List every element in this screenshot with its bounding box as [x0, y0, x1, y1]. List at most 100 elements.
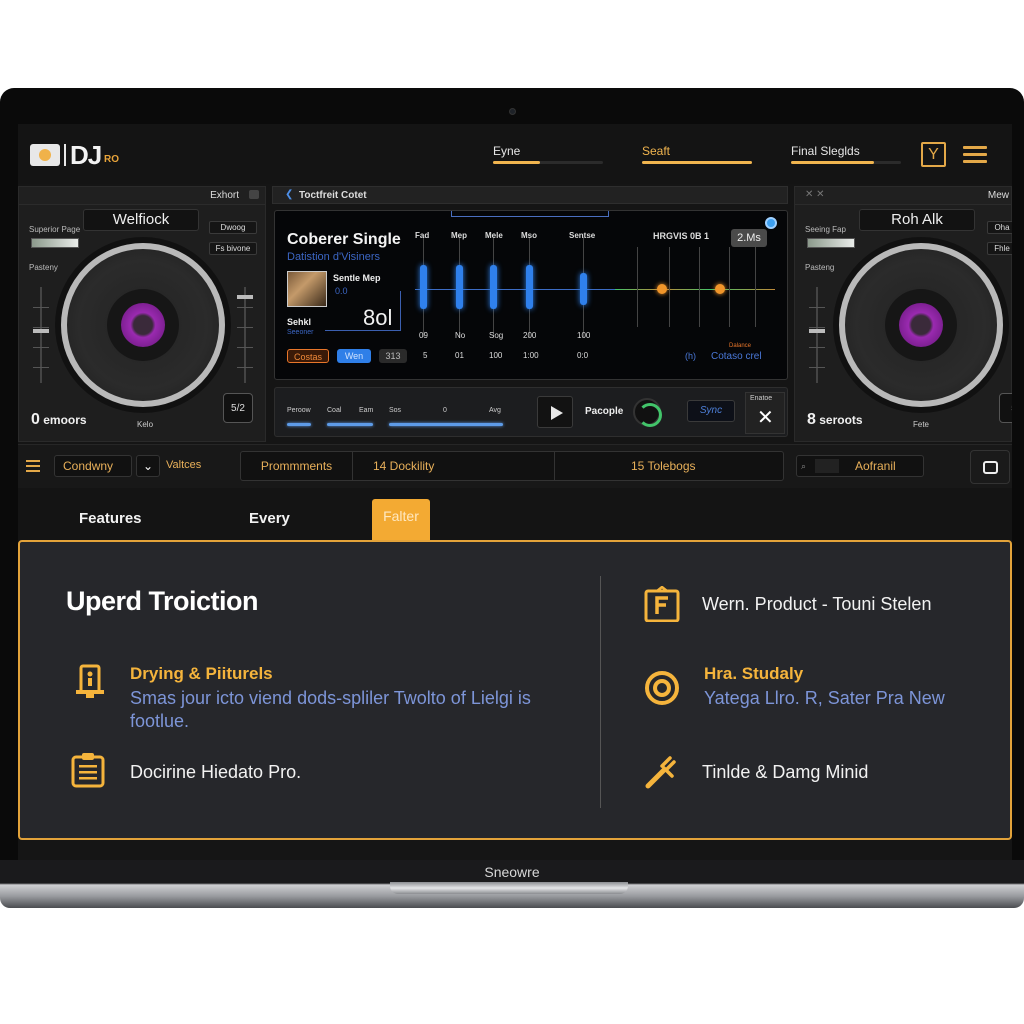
deck-left-pitch-fader[interactable] [33, 287, 49, 383]
slider-label: Coal [327, 407, 342, 414]
play-button[interactable] [537, 396, 573, 428]
section-label: Sehkl [287, 317, 312, 327]
field-tolebogs[interactable]: 15 Tolebogs [555, 452, 785, 480]
progress-label: HRGVIS 0B 1 [653, 231, 710, 241]
tab-every[interactable]: Every [249, 510, 290, 527]
deck-right-speed-label: Seeing Fap [805, 225, 846, 234]
deck-left-top-label: Exhort [210, 190, 239, 201]
logo-icon [30, 144, 60, 166]
menu-icon[interactable] [963, 146, 987, 164]
deck-left-btn1[interactable]: Dwoog [209, 221, 257, 234]
wave-col-label: Fad [415, 231, 430, 240]
nav-tab-final[interactable]: Final Sleglds [791, 144, 860, 158]
waveform-peak [420, 265, 427, 309]
kiosk-icon [76, 664, 104, 698]
slider-peroow[interactable] [287, 423, 311, 426]
tab-falter[interactable]: Falter [372, 499, 430, 541]
deck-left-volume-fader[interactable] [237, 287, 253, 383]
tab-features[interactable]: Features [79, 510, 142, 527]
waveform-peak [456, 265, 463, 309]
big-value: 8ol [363, 305, 393, 330]
nav-tab-seaft[interactable]: Seaft [642, 144, 670, 158]
close-icons[interactable]: ✕ ✕ [805, 189, 825, 200]
search-field[interactable]: ⌕ Aofranil [796, 455, 924, 477]
footer-link[interactable]: Cotaso crel [711, 351, 762, 362]
waveform-peak [490, 265, 497, 309]
close-button[interactable]: Enatoe ✕ [745, 392, 785, 434]
cue-point[interactable] [715, 284, 725, 294]
waveform-peak [526, 265, 533, 309]
deck-left-speed-input[interactable] [31, 238, 79, 248]
deck-left-count: 0 emoors [31, 411, 87, 428]
track-display: Coberer Single Datistion d'Visiners Sent… [274, 210, 788, 380]
deck-left-btn2[interactable]: Fs bivone [209, 242, 257, 255]
close-button-label: Enatoe [750, 395, 773, 402]
features-panel: Uperd Troiction Drying & Piiturels Smas … [18, 540, 1012, 840]
f-box-icon [644, 586, 680, 622]
search-toggle[interactable] [815, 459, 839, 473]
chevron-down-icon[interactable]: ⌄ [136, 455, 160, 477]
laptop-notch [390, 882, 628, 894]
gain-knob[interactable] [633, 398, 662, 427]
time-badge: 2.Ms [731, 229, 767, 247]
eject-icon[interactable] [249, 190, 259, 199]
deck-right-pitch-fader[interactable] [809, 287, 825, 383]
panel-title: Uperd Troiction [66, 586, 259, 616]
app-screen: DJ RO Eyne Seaft Final Sleglds Y Exhort … [18, 124, 1012, 860]
filter-icon[interactable]: Y [921, 142, 946, 167]
deck-right-speed-input[interactable] [807, 238, 855, 248]
logo-subtext: RO [104, 154, 119, 165]
clipboard-icon [71, 753, 105, 788]
field-prommments[interactable]: Prommments [241, 452, 353, 480]
slider-coal[interactable] [327, 423, 373, 426]
deck-left-jog-wheel[interactable] [61, 243, 225, 407]
deck-right-pitch-label: Pasteng [805, 263, 835, 272]
wave-col-value: 1:00 [523, 351, 539, 360]
slider-label: Sos [389, 407, 402, 414]
footer-small: Dalance [729, 343, 752, 349]
pill-costas[interactable]: Costas [287, 349, 329, 363]
waveform-line-green [615, 289, 775, 290]
wave-col-label: Mep [451, 231, 467, 240]
deck-right-topbar: ✕ ✕ Mew [795, 187, 1011, 205]
lock-icon [983, 461, 998, 474]
deck-right-count: 8 seroots [807, 411, 863, 428]
status-dot [765, 217, 777, 229]
footer-left: (h) [685, 351, 696, 361]
camera-dot [509, 108, 516, 115]
feature-description: Smas jour icto viend dods-spliler Twolto… [130, 688, 531, 731]
nav-progress-seaft [642, 161, 752, 164]
dropdown-value[interactable]: Condwny [54, 455, 132, 477]
slider-label: Avg [489, 407, 501, 414]
sync-button[interactable]: Sync [687, 400, 735, 422]
deck-left-loop-box[interactable]: 5/2 [223, 393, 253, 423]
nav-tab-eyne[interactable]: Eyne [493, 144, 520, 158]
wave-col-value: 09 [419, 331, 428, 340]
wave-col-value: No [455, 331, 466, 340]
tab-bar: Features Every Falter [18, 488, 1012, 541]
sub-track-label: Sentle Mep [333, 273, 381, 283]
wave-col-value: 0:0 [577, 351, 589, 360]
deck-right-btn1[interactable]: Oha [987, 221, 1012, 234]
app-header: DJ RO Eyne Seaft Final Sleglds Y [18, 124, 1012, 184]
slider-sos[interactable] [389, 423, 503, 426]
back-icon[interactable]: ❮ [285, 189, 293, 200]
close-icon: ✕ [757, 407, 774, 429]
list-icon[interactable] [26, 460, 40, 472]
deck-right-btn2[interactable]: Fhle [987, 242, 1012, 255]
deck-right-loop-box[interactable]: 5 [999, 393, 1012, 423]
deck-left-foot-label: Kelo [137, 420, 154, 429]
target-icon [645, 671, 679, 705]
center-top-label: Toctfreit Cotet [299, 190, 367, 201]
lock-button[interactable] [970, 450, 1010, 484]
pill-wen[interactable]: Wen [337, 349, 371, 363]
feature-text: Wern. Product - Touni Stelen [702, 594, 932, 614]
cue-point[interactable] [657, 284, 667, 294]
field-dockility[interactable]: 14 Dockility [353, 452, 555, 480]
deck-right-jog-wheel[interactable] [839, 243, 1003, 407]
feature-heading: Hra. Studaly [704, 664, 804, 683]
slider-label: Eam [359, 407, 374, 414]
track-artwork [287, 271, 327, 307]
center-topbar: ❮ Toctfreit Cotet [272, 186, 788, 204]
pill-313[interactable]: 313 [379, 349, 407, 363]
